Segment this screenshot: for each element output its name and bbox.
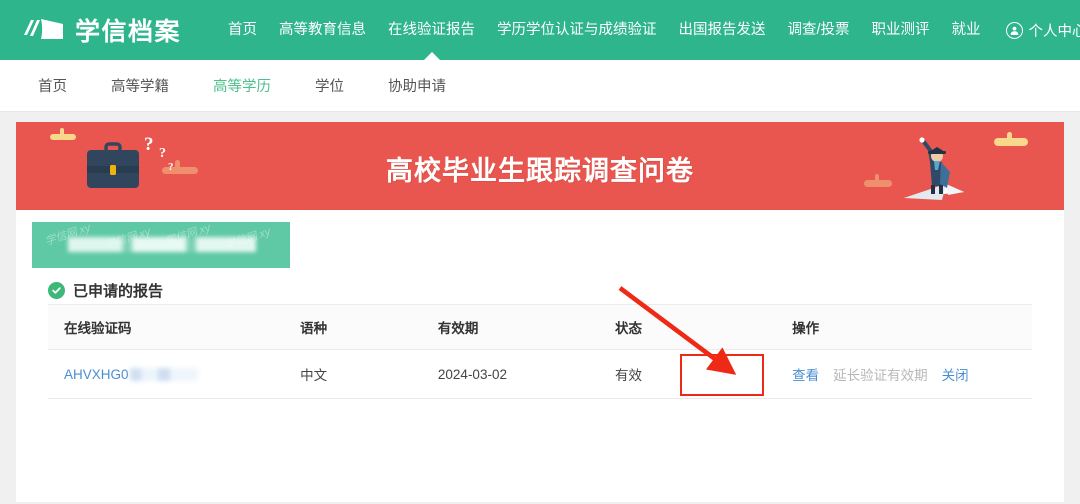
table-row: AHVXHG0 中文 2024-03-02 有效 查看 延长验证有效期 关闭 bbox=[48, 349, 1032, 399]
column-header-operations: 操作 bbox=[776, 304, 1032, 350]
cell-operations: 查看 延长验证有效期 关闭 bbox=[776, 349, 1032, 399]
survey-banner[interactable]: ? ? ? 高校毕业生跟踪调查问卷 bbox=[16, 122, 1064, 210]
primary-nav: 首页 高等教育信息 在线验证报告 学历学位认证与成绩验证 出国报告发送 调查/投… bbox=[217, 0, 992, 60]
subnav-item-home[interactable]: 首页 bbox=[16, 75, 89, 96]
cell-status: 有效 bbox=[599, 349, 777, 399]
table-head: 在线验证码 语种 有效期 状态 操作 bbox=[48, 304, 1032, 350]
nav-item-home[interactable]: 首页 bbox=[217, 0, 268, 60]
view-report-button[interactable]: 查看 bbox=[792, 364, 819, 384]
extend-validity-button: 延长验证有效期 bbox=[833, 368, 928, 383]
applied-reports-table-wrap: 在线验证码 语种 有效期 状态 操作 AHVXHG0 中文 2024-03-02… bbox=[48, 304, 1032, 399]
nav-item-abroad-report-send[interactable]: 出国报告发送 bbox=[668, 0, 777, 60]
column-header-language: 语种 bbox=[284, 304, 422, 350]
chsi-book-logo-icon bbox=[22, 15, 66, 45]
subnav-item-higher-enrollment[interactable]: 高等学籍 bbox=[89, 75, 191, 96]
subnav-item-higher-education-degree[interactable]: 高等学历 bbox=[191, 75, 293, 96]
nav-item-degree-certification[interactable]: 学历学位认证与成绩验证 bbox=[486, 0, 668, 60]
check-circle-icon bbox=[48, 282, 65, 299]
table-body: AHVXHG0 中文 2024-03-02 有效 查看 延长验证有效期 关闭 bbox=[48, 349, 1032, 399]
column-header-valid-until: 有效期 bbox=[421, 304, 600, 350]
site-logo[interactable]: 学信档案 bbox=[22, 12, 181, 48]
secondary-nav: 首页 高等学籍 高等学历 学位 协助申请 bbox=[0, 60, 1080, 112]
verification-code-value[interactable]: AHVXHG0 bbox=[64, 367, 198, 382]
nav-item-online-verification-report[interactable]: 在线验证报告 bbox=[377, 0, 486, 60]
redaction-mask bbox=[129, 367, 198, 381]
applied-reports-table: 在线验证码 语种 有效期 状态 操作 AHVXHG0 中文 2024-03-02… bbox=[48, 304, 1032, 399]
redaction-mask bbox=[68, 237, 256, 252]
applied-reports-section-title: 已申请的报告 bbox=[48, 280, 163, 301]
cell-language: 中文 bbox=[284, 349, 422, 399]
verification-code-text: AHVXHG0 bbox=[64, 366, 129, 382]
section-title-label: 已申请的报告 bbox=[73, 283, 164, 300]
content-card: ? ? ? 高校毕业生跟踪调查问卷 学信网 xy 学信网 xy xy 已申请的报… bbox=[16, 122, 1064, 502]
subnav-item-assist-application[interactable]: 协助申请 bbox=[366, 75, 468, 96]
top-header: 学信档案 首页 高等教育信息 在线验证报告 学历学位认证与成绩验证 出国报告发送… bbox=[0, 0, 1080, 60]
nav-item-career-assessment[interactable]: 职业测评 bbox=[861, 0, 941, 60]
user-circle-icon bbox=[1005, 21, 1023, 39]
column-header-verification-code: 在线验证码 bbox=[48, 304, 285, 350]
close-report-button[interactable]: 关闭 bbox=[942, 364, 969, 384]
user-center-menu[interactable]: 个人中心 bbox=[992, 20, 1080, 41]
table-header-row: 在线验证码 语种 有效期 状态 操作 bbox=[48, 304, 1032, 350]
cell-verification-code: AHVXHG0 bbox=[48, 349, 285, 399]
nav-item-higher-education-info[interactable]: 高等教育信息 bbox=[268, 0, 377, 60]
redacted-user-banner: 学信网 xy 学信网 xy 学信网 xy 学信网 xy bbox=[32, 222, 290, 268]
user-center-label: 个人中心 bbox=[1028, 23, 1080, 40]
cell-valid-until: 2024-03-02 bbox=[421, 349, 600, 399]
column-header-status: 状态 bbox=[599, 304, 777, 350]
logo-text: 学信档案 bbox=[75, 18, 182, 46]
page-body: ? ? ? 高校毕业生跟踪调查问卷 学信网 xy 学信网 xy xy 已申请的报… bbox=[0, 112, 1080, 503]
row-actions: 查看 延长验证有效期 关闭 bbox=[792, 364, 1032, 384]
nav-item-survey-vote[interactable]: 调查/投票 bbox=[777, 0, 861, 60]
subnav-item-degree[interactable]: 学位 bbox=[293, 75, 366, 96]
nav-item-employment[interactable]: 就业 bbox=[941, 0, 992, 60]
